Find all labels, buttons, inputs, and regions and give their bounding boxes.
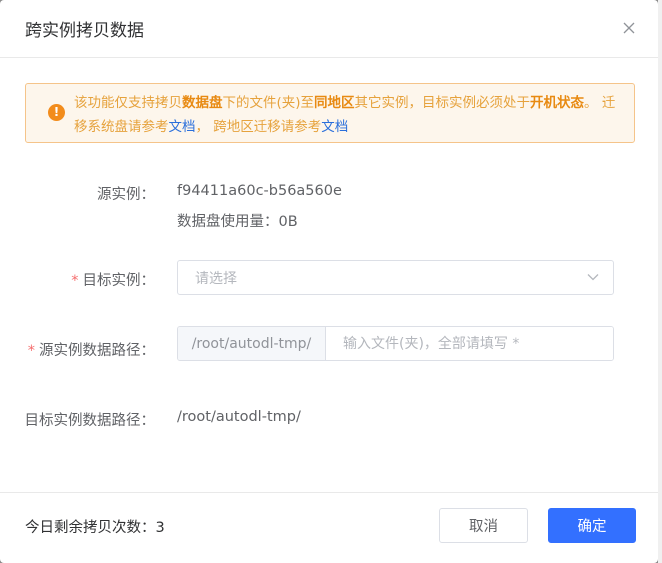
target-path-value: /root/autodl-tmp/ <box>177 409 301 425</box>
dialog-header: 跨实例拷贝数据 <box>0 0 658 58</box>
close-icon[interactable] <box>622 21 636 35</box>
source-path-label: * 源实例数据路径： <box>27 343 155 359</box>
alert-text: 该功能仅支持拷贝数据盘下的文件(夹)至同地区其它实例，目标实例必须处于开机状态。… <box>74 95 616 135</box>
source-path-prefix: /root/autodl-tmp/ <box>178 327 326 360</box>
source-instance-id: f94411a60c-b56a560e <box>177 183 342 199</box>
confirm-button[interactable]: 确定 <box>548 508 636 543</box>
cancel-button[interactable]: 取消 <box>439 508 528 543</box>
source-instance-row: 源实例： f94411a60c-b56a560e <box>0 183 658 203</box>
copy-data-dialog: 跨实例拷贝数据 ! 该功能仅支持拷贝数据盘下的文件(夹)至同地区其它实例，目标实… <box>0 0 658 563</box>
dialog-footer: 今日剩余拷贝次数：3 取消 确定 <box>0 492 658 563</box>
dialog-title: 跨实例拷贝数据 <box>25 21 144 41</box>
disk-usage-text: 数据盘使用量：0B <box>177 214 298 230</box>
source-path-input-group: /root/autodl-tmp/ <box>177 326 614 361</box>
doc-link-system-disk[interactable]: 文档 <box>169 119 196 135</box>
target-instance-label: * 目标实例： <box>71 273 155 289</box>
remaining-copies-text: 今日剩余拷贝次数：3 <box>25 520 165 536</box>
chevron-down-icon <box>587 274 599 281</box>
target-instance-select[interactable]: 请选择 <box>177 260 614 295</box>
source-path-input[interactable] <box>326 327 613 360</box>
warning-icon: ! <box>48 104 65 121</box>
target-instance-placeholder: 请选择 <box>195 270 237 287</box>
warning-alert: ! 该功能仅支持拷贝数据盘下的文件(夹)至同地区其它实例，目标实例必须处于开机状… <box>25 83 635 143</box>
doc-link-cross-region[interactable]: 文档 <box>321 119 348 135</box>
target-path-label: 目标实例数据路径： <box>24 413 156 429</box>
background-overlay <box>658 0 662 563</box>
source-instance-label: 源实例： <box>97 187 155 203</box>
